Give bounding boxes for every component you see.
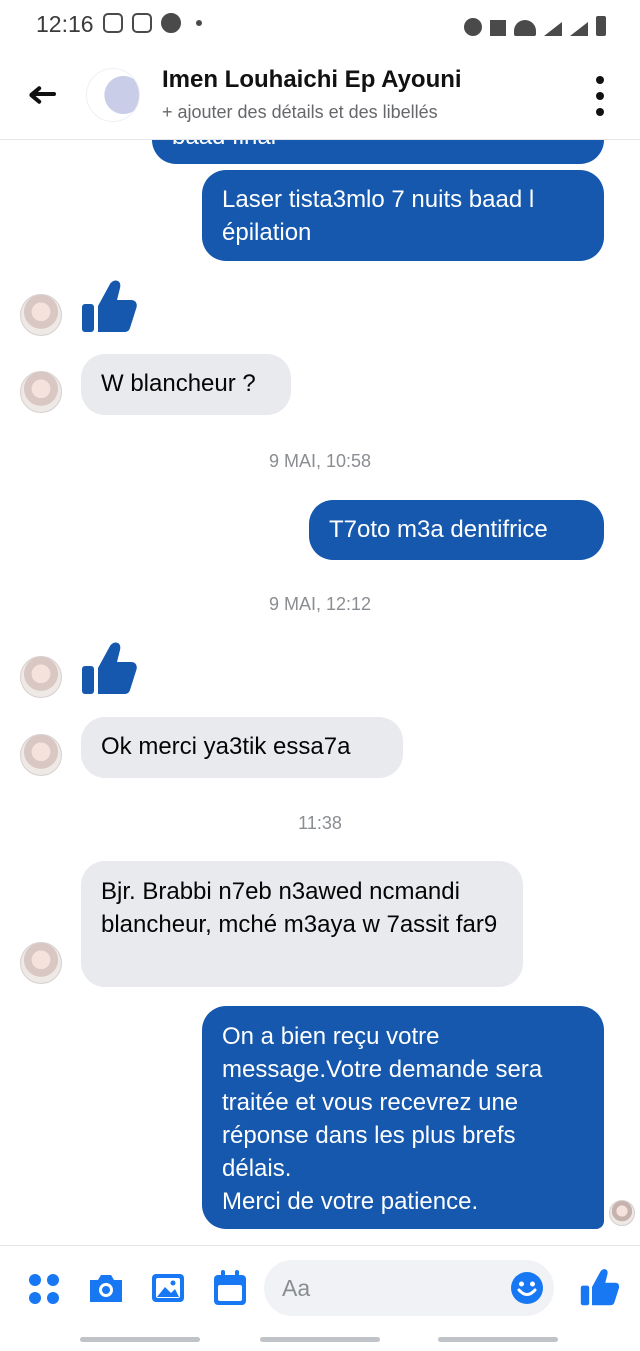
incoming-message-bubble[interactable]: Ok merci ya3tik essa7a xyxy=(81,717,403,778)
mute-icon xyxy=(490,20,506,36)
message-text: W blancheur ? xyxy=(101,370,256,397)
contact-name[interactable]: Imen Louhaichi Ep Ayouni xyxy=(162,66,462,94)
message-timestamp: 11:38 xyxy=(298,813,342,833)
sender-avatar[interactable] xyxy=(20,734,62,776)
contact-avatar[interactable] xyxy=(86,68,140,122)
sender-avatar[interactable] xyxy=(20,371,62,413)
wifi-icon xyxy=(514,20,536,36)
message-text: T7oto m3a dentifrice xyxy=(329,516,548,543)
like-send-icon[interactable] xyxy=(578,1266,620,1308)
add-details-link[interactable]: + ajouter des détails et des libellés xyxy=(162,102,438,123)
message-text: Bjr. Brabbi n7eb n3awed ncmandi blancheu… xyxy=(101,878,498,938)
camera-icon[interactable] xyxy=(86,1268,126,1308)
message-text: baad final xyxy=(172,140,276,150)
more-options-icon[interactable] xyxy=(594,76,606,116)
incoming-message-bubble[interactable]: Bjr. Brabbi n7eb n3awed ncmandi blancheu… xyxy=(81,861,523,987)
message-composer xyxy=(0,1245,640,1351)
message-text: Ok merci ya3tik essa7a xyxy=(101,733,351,760)
instagram-notification-icon xyxy=(103,13,123,33)
conversation-header: Imen Louhaichi Ep Ayouni + ajouter des d… xyxy=(0,52,640,140)
incoming-message-bubble[interactable]: W blancheur ? xyxy=(81,354,291,415)
sender-avatar[interactable] xyxy=(20,294,62,336)
status-bar: 12:16 xyxy=(0,0,640,52)
message-list[interactable]: baad final Laser tista3mlo 7 nuits baad … xyxy=(0,140,640,1245)
signal-1-icon xyxy=(544,22,562,36)
message-text: Merci de votre patience. xyxy=(222,1188,479,1215)
outgoing-message-bubble[interactable]: T7oto m3a dentifrice xyxy=(309,500,604,560)
outgoing-message-bubble[interactable]: baad final xyxy=(152,140,604,164)
message-timestamp: 9 MAI, 12:12 xyxy=(268,594,372,614)
skype-notification-icon xyxy=(161,13,181,33)
outgoing-message-bubble[interactable]: On a bien reçu votre message.Votre deman… xyxy=(202,1006,604,1229)
nav-bar-center[interactable] xyxy=(260,1337,380,1342)
gallery-notification-icon xyxy=(132,13,152,33)
read-receipt-avatar xyxy=(609,1200,635,1226)
message-text: On a bien reçu votre message.Votre deman… xyxy=(222,1023,543,1182)
sender-avatar[interactable] xyxy=(20,942,62,984)
gallery-icon[interactable] xyxy=(148,1268,188,1308)
signal-2-icon xyxy=(570,22,588,36)
nav-bar-right[interactable] xyxy=(438,1337,558,1342)
message-timestamp: 9 MAI, 10:58 xyxy=(268,451,372,471)
sender-avatar[interactable] xyxy=(20,656,62,698)
alarm-icon xyxy=(464,18,482,36)
calendar-icon[interactable] xyxy=(210,1268,250,1308)
outgoing-message-bubble[interactable]: Laser tista3mlo 7 nuits baad l épilation xyxy=(202,170,604,261)
emoji-icon[interactable] xyxy=(510,1271,544,1305)
more-notifications-dot-icon xyxy=(196,20,202,26)
menu-grid-icon[interactable] xyxy=(24,1268,64,1308)
like-icon[interactable] xyxy=(78,276,138,336)
message-text: Laser tista3mlo 7 nuits baad l épilation xyxy=(222,186,535,246)
like-icon[interactable] xyxy=(78,638,138,698)
status-time: 12:16 xyxy=(36,11,94,37)
nav-bar-left[interactable] xyxy=(80,1337,200,1342)
back-arrow-icon[interactable] xyxy=(28,80,60,108)
battery-icon xyxy=(596,16,606,36)
